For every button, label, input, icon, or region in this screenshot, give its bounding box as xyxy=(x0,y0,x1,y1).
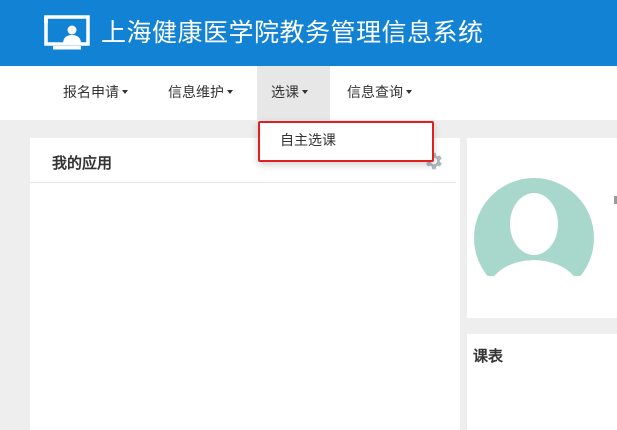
nav-item-apply[interactable]: 报名申请 xyxy=(49,66,142,120)
course-selection-dropdown: 自主选课 xyxy=(258,121,434,162)
nav-item-course-selection[interactable]: 选课 xyxy=(257,66,330,120)
presentation-screen-icon xyxy=(44,15,90,50)
app-title: 上海健康医学院教务管理信息系统 xyxy=(101,18,484,47)
my-apps-title: 我的应用 xyxy=(52,154,113,172)
nav-label: 选课 xyxy=(271,85,299,101)
user-avatar-icon[interactable] xyxy=(473,176,595,276)
panel-divider xyxy=(30,182,456,183)
schedule-panel: 课表 xyxy=(467,334,617,430)
nav-item-info-maintenance[interactable]: 信息维护 xyxy=(154,66,247,120)
nav-label: 报名申请 xyxy=(63,85,119,101)
caret-down-icon xyxy=(406,90,412,94)
caret-down-icon xyxy=(302,90,308,94)
schedule-title: 课表 xyxy=(473,347,504,365)
nav-label: 信息维护 xyxy=(168,85,224,101)
main-navbar: 报名申请 信息维护 选课 信息查询 xyxy=(0,66,617,120)
nav-label: 信息查询 xyxy=(347,85,403,101)
caret-down-icon xyxy=(227,90,233,94)
profile-panel xyxy=(467,138,617,318)
dropdown-item-self-selection[interactable]: 自主选课 xyxy=(280,123,336,160)
nav-item-info-query[interactable]: 信息查询 xyxy=(333,66,426,120)
caret-down-icon xyxy=(122,90,128,94)
my-apps-panel: 我的应用 xyxy=(30,138,460,430)
top-header: 上海健康医学院教务管理信息系统 xyxy=(0,0,617,66)
